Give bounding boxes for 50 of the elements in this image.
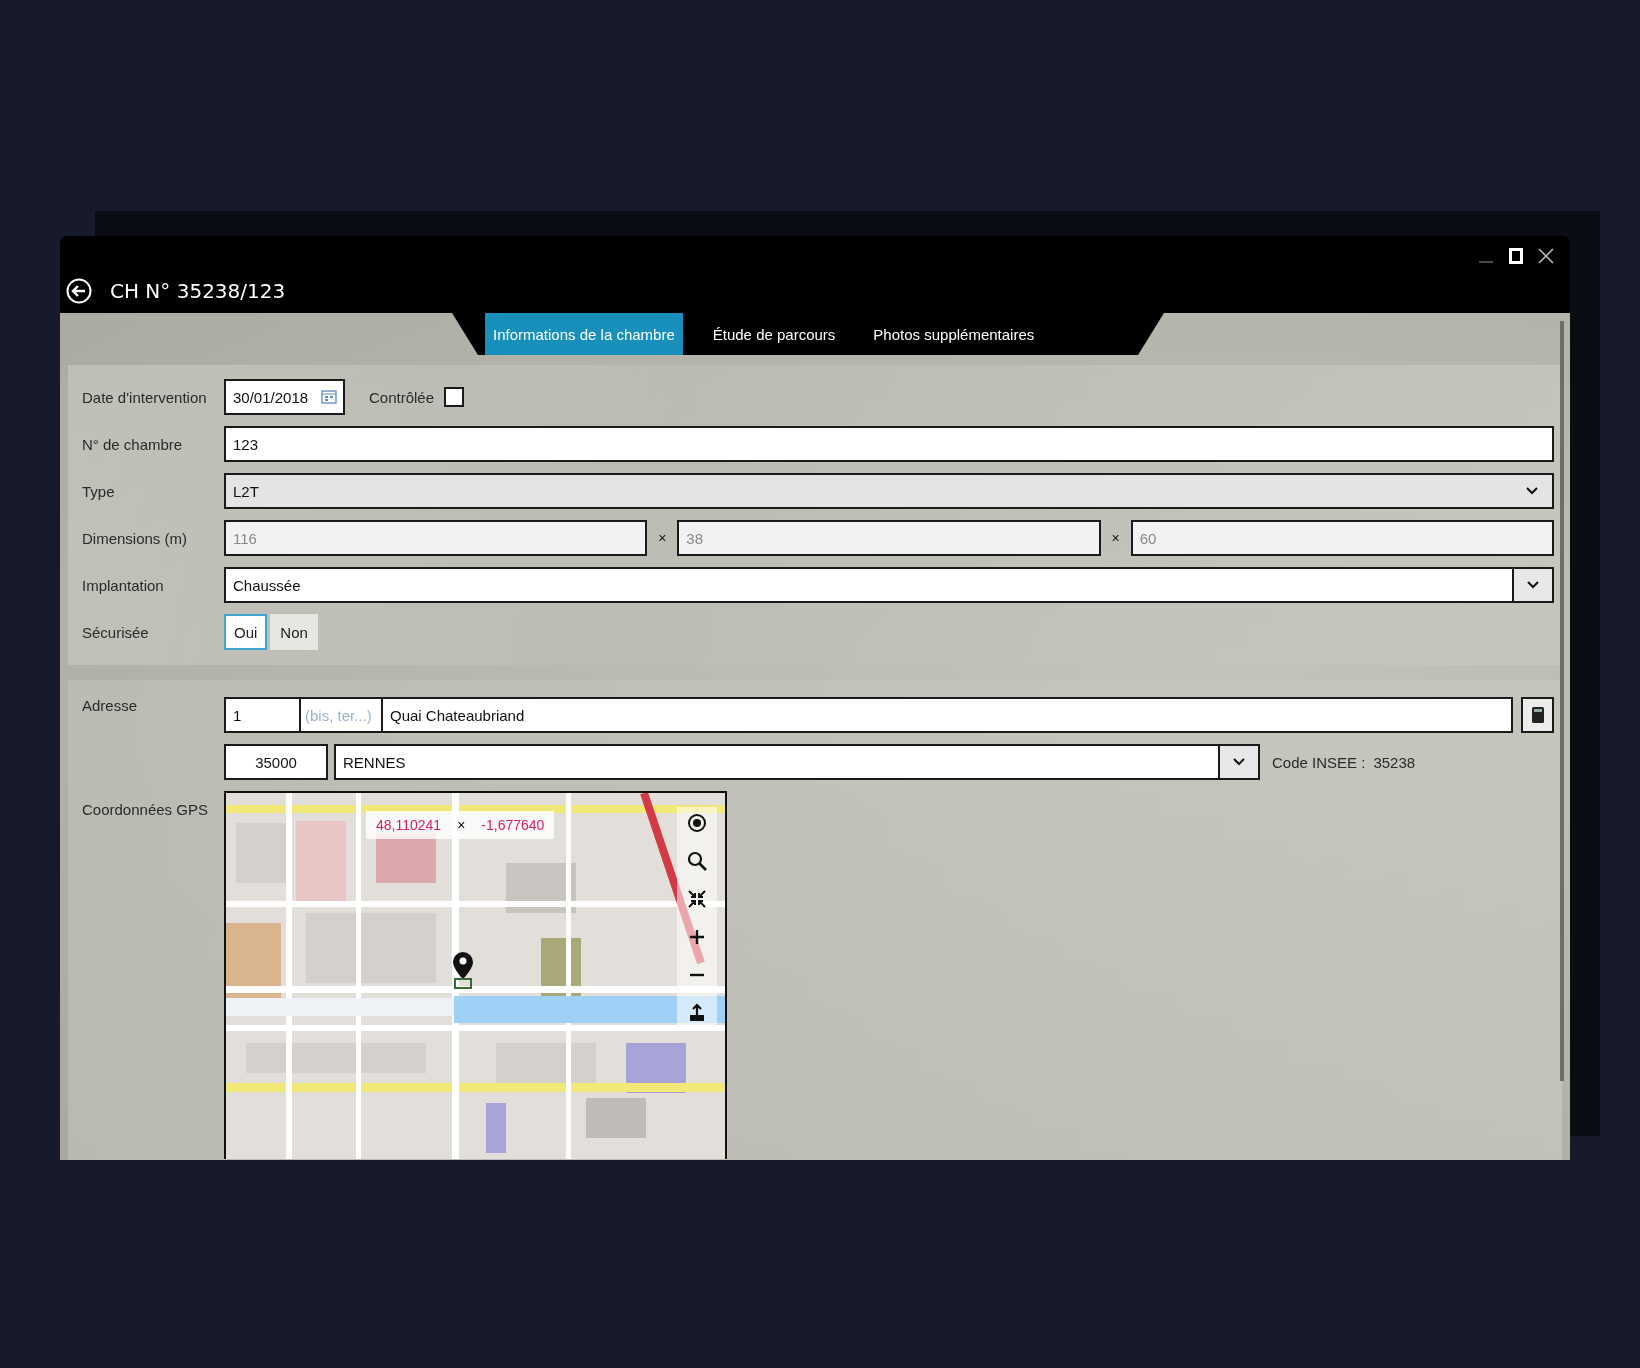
street-name-field[interactable]: Quai Chateaubriand [382, 697, 1513, 733]
tab[interactable]: Étude de parcours [704, 313, 844, 355]
postcode-field[interactable]: 35000 [224, 744, 328, 780]
date-field[interactable]: 30/01/2018 [224, 379, 345, 415]
zoom-in-icon[interactable] [687, 927, 707, 947]
chevron-icon [1526, 487, 1538, 495]
checkbox[interactable] [444, 387, 465, 407]
longitude-text: -1,677640 [481, 817, 545, 833]
street-suffix-field[interactable]: (bis, ter...) [300, 697, 382, 733]
field-label: Adresse [82, 697, 139, 716]
chevron-icon [1527, 581, 1539, 589]
field-label: N° de chambre [82, 435, 184, 453]
target-icon[interactable] [687, 813, 707, 833]
field-label: Dimensions (m) [82, 529, 188, 547]
times-sign: × [457, 817, 466, 833]
toggle-option[interactable]: Oui [224, 614, 268, 650]
street-number-field[interactable]: 1 [224, 697, 300, 733]
close-icon[interactable] [1538, 248, 1554, 264]
checkbox-label: Contrôlée [369, 388, 435, 406]
fit-to-view-icon[interactable] [687, 889, 707, 909]
field-label: Coordonnées GPS [82, 801, 209, 818]
back-button[interactable] [66, 278, 92, 304]
tab[interactable]: Photos supplémentaires [865, 313, 1043, 355]
field-label: Date d'intervention [82, 388, 208, 406]
search-icon[interactable] [687, 851, 707, 871]
calendar-icon[interactable] [321, 389, 337, 404]
times-sign: × [1110, 530, 1121, 546]
map-pin-icon [452, 951, 474, 989]
dropdown-button[interactable] [1218, 746, 1258, 778]
dropdown-button[interactable] [1512, 569, 1552, 601]
chevron-icon [1233, 758, 1245, 766]
upload-icon[interactable] [687, 1003, 707, 1023]
latitude-text: 48,110241 [376, 817, 442, 833]
field-label: Type [82, 482, 116, 500]
insee-code: 35238 [1373, 753, 1416, 771]
insee-label: Code INSEE : [1272, 753, 1366, 771]
implantation-dropdown[interactable]: Chaussée [224, 567, 1554, 603]
tab[interactable]: Informations de la chambre [485, 313, 683, 355]
maximize-icon[interactable] [1508, 248, 1524, 264]
city-dropdown[interactable]: RENNES [334, 744, 1260, 780]
times-sign: × [657, 530, 668, 546]
toggle-option[interactable]: Non [270, 614, 318, 650]
calculator-icon [1530, 706, 1545, 724]
field-label: Sécurisée [82, 623, 150, 641]
scrollbar[interactable] [1560, 321, 1564, 1081]
chamber-number-field[interactable]: 123 [224, 426, 1554, 462]
calculator-button[interactable] [1521, 697, 1554, 733]
map-view[interactable]: 48,110241 × -1,677640 [224, 791, 727, 1159]
field-label: Implantation [82, 576, 165, 594]
window-title: CH N° 35238/123 [110, 279, 286, 303]
